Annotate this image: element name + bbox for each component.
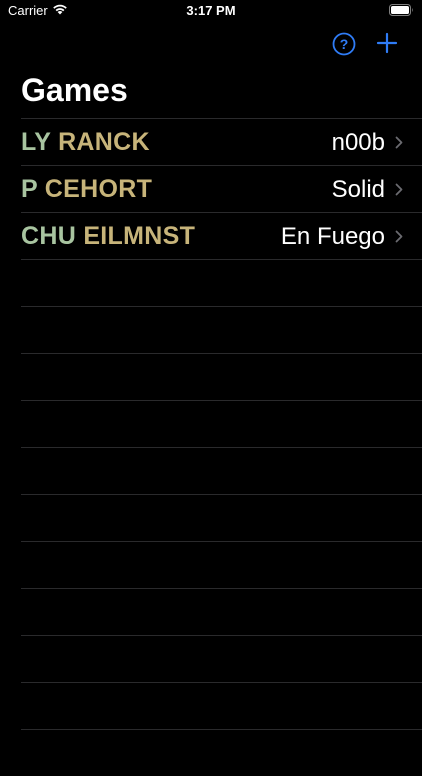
chevron-right-icon (395, 183, 403, 196)
empty-row (21, 400, 422, 447)
game-row[interactable]: LY RANCK n00b (21, 118, 422, 165)
game-level: En Fuego (280, 223, 385, 250)
games-table: LY RANCK n00b P CEHORT Solid CHU EILMNST… (0, 118, 422, 776)
chevron-right-icon (395, 136, 403, 149)
game-title-part2: CEHORT (44, 175, 153, 203)
game-level: n00b (331, 129, 385, 156)
help-button[interactable]: ? (332, 32, 356, 56)
game-title-part1: CHU (21, 222, 77, 250)
game-title-part1: LY (21, 128, 51, 156)
empty-row (21, 541, 422, 588)
empty-row (21, 729, 422, 776)
empty-row (21, 447, 422, 494)
status-bar: Carrier 3:17 PM (0, 0, 422, 22)
empty-row (21, 588, 422, 635)
status-time: 3:17 PM (186, 3, 236, 18)
empty-row (21, 682, 422, 729)
empty-row (21, 635, 422, 682)
game-title: P CEHORT (21, 175, 152, 203)
game-title: CHU EILMNST (21, 222, 195, 250)
game-title-part2: RANCK (58, 128, 150, 156)
page-title: Games (21, 72, 128, 108)
game-title-part2: EILMNST (83, 222, 196, 250)
game-row[interactable]: P CEHORT Solid (21, 165, 422, 212)
empty-row (21, 494, 422, 541)
game-level: Solid (331, 176, 385, 203)
plus-icon (376, 32, 398, 54)
svg-text:?: ? (340, 36, 349, 52)
game-title: LY RANCK (21, 128, 150, 156)
game-title-part1: P (21, 175, 38, 203)
game-row[interactable]: CHU EILMNST En Fuego (21, 212, 422, 259)
battery-icon (389, 4, 413, 16)
empty-row (21, 259, 422, 306)
question-circle-icon: ? (332, 32, 356, 56)
chevron-right-icon (395, 230, 403, 243)
empty-row (21, 353, 422, 400)
empty-row (21, 306, 422, 353)
add-game-button[interactable] (375, 31, 399, 55)
